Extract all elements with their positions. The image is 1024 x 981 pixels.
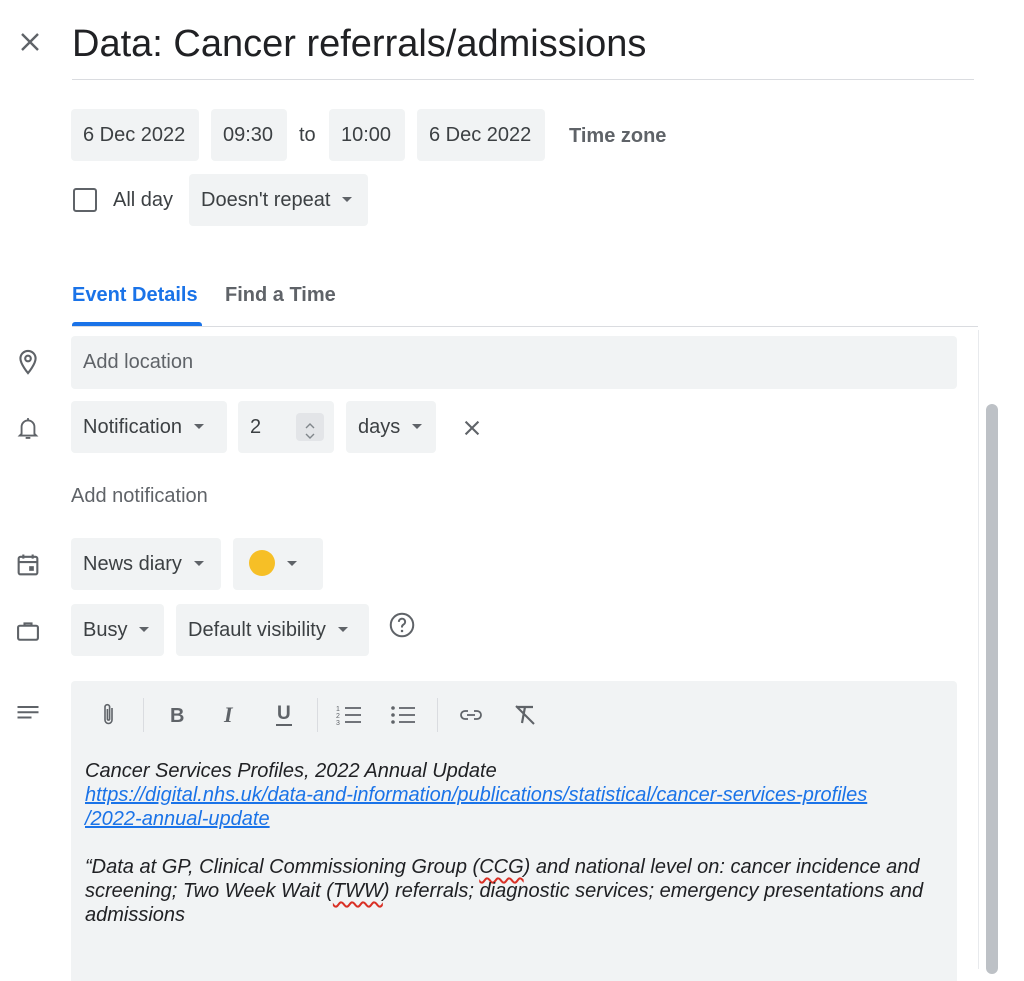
svg-text:1: 1: [336, 706, 340, 713]
bold-button[interactable]: B: [163, 699, 191, 731]
repeat-value: Doesn't repeat: [201, 189, 331, 211]
bold-icon: B: [170, 705, 184, 727]
description-icon: [14, 700, 42, 728]
chevron-down-icon: [342, 196, 353, 202]
notification-amount-stepper[interactable]: 2: [238, 401, 334, 453]
bulleted-list-button[interactable]: [389, 699, 417, 731]
visibility-value: Default visibility: [188, 619, 326, 641]
notification-unit-dropdown[interactable]: days: [346, 401, 436, 453]
close-button[interactable]: [14, 26, 46, 58]
toolbar-divider: [317, 698, 318, 732]
italic-button[interactable]: I: [216, 699, 244, 731]
svg-text:3: 3: [336, 720, 340, 727]
toolbar-divider: [437, 698, 438, 732]
start-date-button[interactable]: 6 Dec 2022: [71, 109, 199, 161]
spellcheck-tww[interactable]: TWW: [333, 880, 383, 902]
event-title-input[interactable]: Data: Cancer referrals/admissions: [72, 16, 974, 80]
description-quote: “Data at GP, Clinical Commissioning Grou…: [85, 855, 955, 927]
to-label: to: [299, 124, 316, 146]
description-link[interactable]: https://digital.nhs.uk/data-and-informat…: [85, 784, 867, 830]
toolbar-divider: [143, 698, 144, 732]
event-color-dropdown[interactable]: [233, 538, 323, 590]
quote-text-a: “Data at GP, Clinical Commissioning Grou…: [85, 856, 480, 878]
repeat-dropdown[interactable]: Doesn't repeat: [189, 174, 368, 226]
insert-link-button[interactable]: [457, 699, 485, 731]
remove-notification-button[interactable]: [458, 414, 486, 442]
svg-text:U: U: [277, 703, 291, 724]
bulleted-list-icon: [391, 706, 415, 724]
bell-icon: [14, 414, 42, 442]
time-zone-button[interactable]: Time zone: [569, 110, 666, 162]
calendar-dropdown[interactable]: News diary: [71, 538, 221, 590]
underline-icon: U: [276, 703, 292, 726]
help-button[interactable]: [387, 610, 417, 640]
italic-icon: I: [223, 703, 234, 727]
calendar-name: News diary: [83, 553, 182, 575]
clear-formatting-icon: [515, 705, 535, 725]
notification-amount-value: 2: [250, 416, 262, 438]
scrollbar-thumb[interactable]: [986, 404, 998, 974]
add-notification-link[interactable]: Add notification: [71, 470, 208, 522]
description-content[interactable]: Cancer Services Profiles, 2022 Annual Up…: [85, 759, 955, 927]
notification-type-value: Notification: [83, 416, 182, 438]
start-time-button[interactable]: 09:30: [211, 109, 287, 161]
clear-formatting-button[interactable]: [511, 699, 539, 731]
help-icon: [389, 612, 415, 638]
link-text-part1: https://digital.nhs.uk/data-and-informat…: [85, 784, 868, 806]
chevron-down-icon: [287, 560, 297, 566]
location-pin-icon: [14, 348, 42, 376]
all-day-checkbox[interactable]: [73, 188, 97, 212]
chevron-down-icon: [139, 626, 150, 632]
notification-type-dropdown[interactable]: Notification: [71, 401, 227, 453]
description-line: Cancer Services Profiles, 2022 Annual Up…: [85, 760, 497, 782]
description-editor[interactable]: B I U 1 2 3 Cancer Services Profiles, 20…: [71, 681, 957, 981]
underline-button[interactable]: U: [270, 699, 298, 731]
notification-unit-value: days: [358, 416, 401, 438]
calendar-icon: [14, 551, 42, 579]
chevron-down-icon: [193, 560, 204, 566]
end-date-button[interactable]: 6 Dec 2022: [417, 109, 545, 161]
attach-button[interactable]: [95, 699, 123, 731]
stepper-arrows-icon[interactable]: [296, 413, 324, 441]
availability-dropdown[interactable]: Busy: [71, 604, 164, 656]
availability-value: Busy: [83, 619, 128, 641]
chevron-down-icon: [337, 626, 348, 632]
chevron-down-icon: [193, 423, 204, 429]
link-text-part2: /2022-annual-update: [85, 808, 270, 830]
end-time-button[interactable]: 10:00: [329, 109, 405, 161]
spellcheck-ccg[interactable]: CCG: [479, 856, 523, 878]
briefcase-icon: [14, 617, 42, 645]
all-day-label: All day: [113, 189, 174, 211]
chevron-down-icon: [412, 423, 423, 429]
tab-divider: [72, 326, 978, 327]
color-swatch: [249, 549, 275, 576]
svg-text:B: B: [170, 705, 184, 727]
visibility-dropdown[interactable]: Default visibility: [176, 604, 369, 656]
svg-text:I: I: [223, 703, 234, 727]
tab-find-a-time[interactable]: Find a Time: [225, 272, 336, 328]
close-icon: [21, 33, 39, 51]
svg-text:2: 2: [336, 713, 340, 720]
numbered-list-icon: 1 2 3: [336, 706, 361, 727]
numbered-list-button[interactable]: 1 2 3: [335, 699, 363, 731]
attach-icon: [104, 703, 113, 725]
tab-event-details[interactable]: Event Details: [72, 272, 198, 328]
location-input[interactable]: Add location: [71, 336, 957, 389]
close-icon: [464, 420, 480, 436]
link-icon: [460, 710, 482, 720]
